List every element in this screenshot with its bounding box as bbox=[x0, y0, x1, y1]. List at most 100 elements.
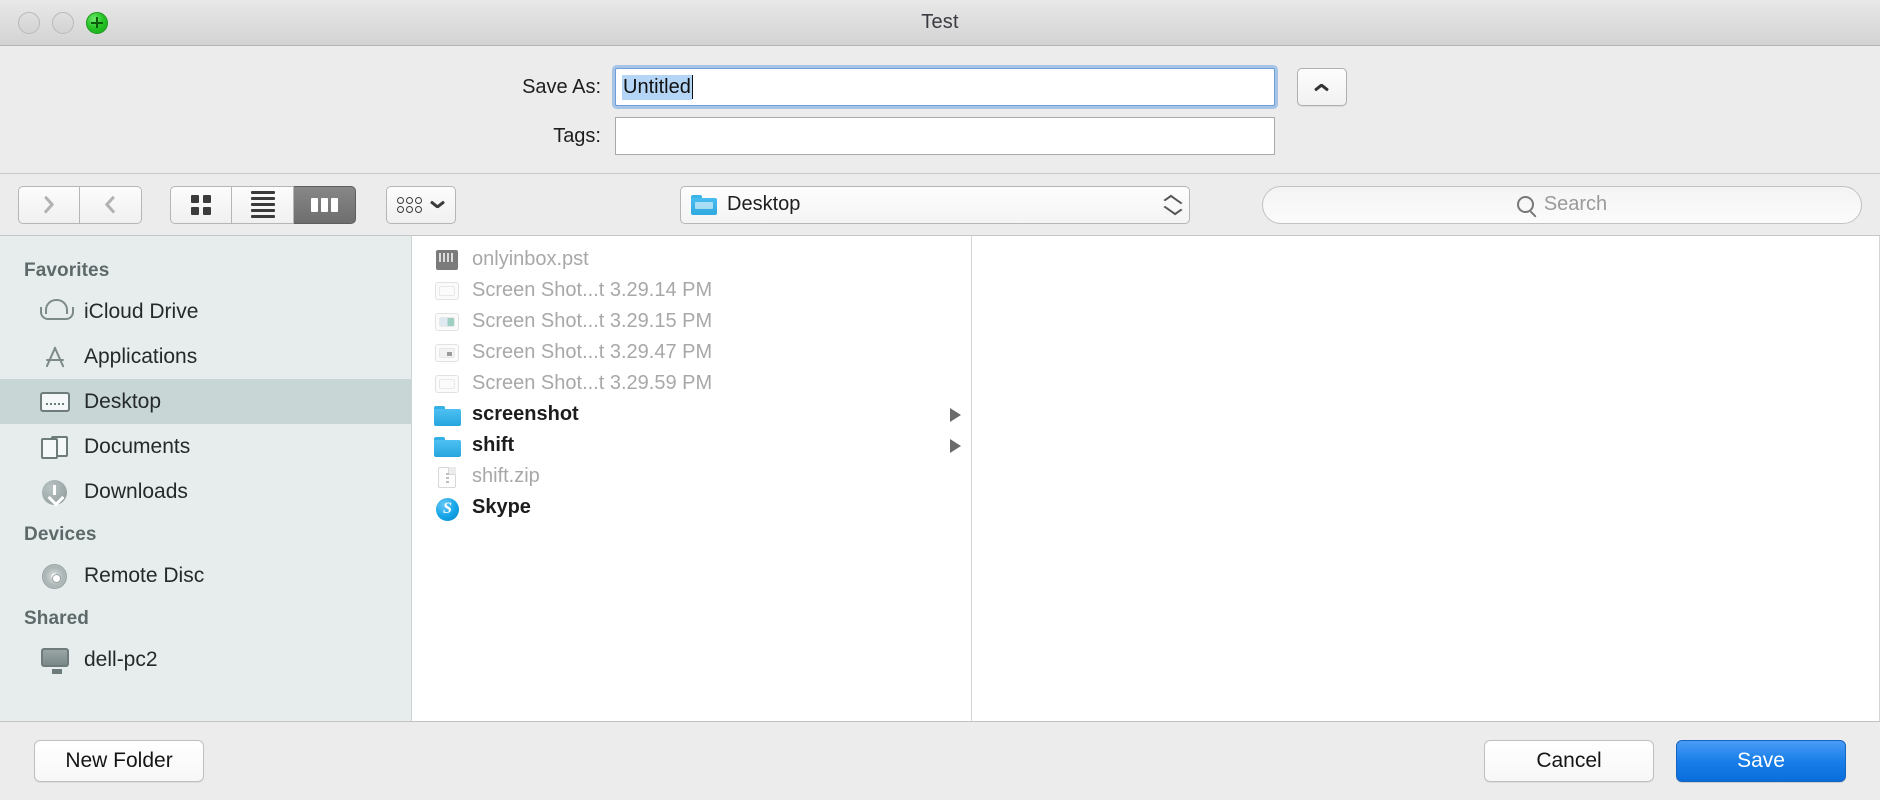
sidebar-item-label: Downloads bbox=[84, 479, 188, 503]
chevron-up-icon bbox=[1315, 83, 1329, 91]
list-item[interactable]: shift bbox=[412, 430, 971, 461]
screenshot-thumb-icon bbox=[434, 311, 460, 333]
tags-input[interactable] bbox=[615, 117, 1275, 155]
sidebar-item-label: Documents bbox=[84, 434, 191, 458]
sidebar-item-downloads[interactable]: Downloads bbox=[0, 469, 411, 514]
sidebar-item-icloud-drive[interactable]: iCloud Drive bbox=[0, 289, 411, 334]
file-name: Skype bbox=[472, 496, 531, 518]
column-view-button[interactable] bbox=[294, 185, 356, 224]
search-icon bbox=[1516, 196, 1534, 213]
forward-button[interactable] bbox=[80, 185, 142, 224]
file-name: Screen Shot...t 3.29.47 PM bbox=[472, 341, 713, 363]
close-button[interactable] bbox=[18, 11, 40, 34]
list-item[interactable]: Screen Shot...t 3.29.59 PM bbox=[412, 368, 971, 399]
dialog-footer: New Folder Cancel Save bbox=[0, 722, 1880, 800]
desktop-icon bbox=[40, 389, 70, 415]
tags-label: Tags: bbox=[553, 124, 601, 147]
current-folder-label: Desktop bbox=[727, 193, 801, 215]
chevron-down-icon bbox=[430, 200, 445, 209]
grid-icon bbox=[191, 194, 211, 215]
sidebar-item-label: iCloud Drive bbox=[84, 299, 199, 323]
zoom-button[interactable] bbox=[86, 11, 108, 34]
disclosure-arrow-icon[interactable] bbox=[950, 438, 961, 453]
list-item[interactable]: Screen Shot...t 3.29.15 PM bbox=[412, 306, 971, 337]
navigation-buttons bbox=[18, 185, 142, 224]
collapse-dialog-button[interactable] bbox=[1297, 68, 1347, 106]
sidebar-item-desktop[interactable]: Desktop bbox=[0, 379, 411, 424]
save-form: Save As: Untitled Tags: bbox=[0, 46, 1880, 174]
save-as-row: Save As: Untitled bbox=[0, 68, 1880, 106]
list-view-button[interactable] bbox=[232, 185, 294, 224]
list-item[interactable]: shift.zip bbox=[412, 461, 971, 492]
arrange-dots-icon bbox=[397, 196, 422, 213]
view-mode-segmented-control bbox=[170, 185, 356, 224]
sidebar-item-label: dell-pc2 bbox=[84, 647, 158, 671]
downloads-icon bbox=[40, 479, 70, 505]
file-column-2[interactable] bbox=[972, 236, 1880, 721]
documents-icon bbox=[40, 434, 70, 460]
sidebar-item-label: Applications bbox=[84, 344, 198, 368]
sidebar-item-documents[interactable]: Documents bbox=[0, 424, 411, 469]
computer-icon bbox=[40, 647, 70, 674]
current-folder-popup[interactable]: Desktop bbox=[680, 185, 1190, 224]
icon-view-button[interactable] bbox=[170, 185, 232, 224]
file-name: shift.zip bbox=[472, 465, 540, 487]
list-icon bbox=[250, 191, 275, 218]
window-title: Test bbox=[921, 11, 959, 33]
text-caret bbox=[691, 75, 693, 99]
sidebar-heading-favorites: Favorites bbox=[24, 260, 110, 281]
cloud-icon bbox=[40, 298, 74, 325]
list-item[interactable]: Screen Shot...t 3.29.47 PM bbox=[412, 337, 971, 368]
browser-body: Favorites iCloud Drive Applications Desk… bbox=[0, 236, 1880, 722]
list-item[interactable]: screenshot bbox=[412, 399, 971, 430]
list-item[interactable]: Screen Shot...t 3.29.14 PM bbox=[412, 275, 971, 306]
list-item[interactable]: Skype bbox=[412, 492, 971, 523]
sidebar-heading-shared: Shared bbox=[24, 608, 90, 629]
save-button[interactable]: Save bbox=[1676, 740, 1846, 782]
file-name: onlyinbox.pst bbox=[472, 248, 589, 270]
save-as-input[interactable]: Untitled bbox=[615, 68, 1275, 106]
arrange-by-button[interactable] bbox=[386, 185, 456, 224]
search-placeholder: Search bbox=[1543, 193, 1608, 215]
screenshot-thumb-icon bbox=[434, 373, 460, 395]
columns-icon bbox=[311, 197, 338, 212]
disclosure-arrow-icon[interactable] bbox=[950, 407, 961, 422]
list-item[interactable]: onlyinbox.pst bbox=[412, 244, 971, 275]
save-dialog-window: Test Save As: Untitled Tags: Desktop Sea… bbox=[0, 0, 1880, 800]
file-name: screenshot bbox=[472, 403, 579, 425]
file-name: Screen Shot...t 3.29.15 PM bbox=[472, 310, 713, 332]
sidebar-item-applications[interactable]: Applications bbox=[0, 334, 411, 379]
back-button[interactable] bbox=[18, 185, 80, 224]
tags-row: Tags: bbox=[0, 117, 1880, 155]
minimize-button[interactable] bbox=[52, 11, 74, 34]
sidebar-item-remote-disc[interactable]: Remote Disc bbox=[0, 553, 411, 598]
footer-action-buttons: Cancel Save bbox=[1484, 740, 1846, 782]
sidebar-heading-devices: Devices bbox=[24, 524, 97, 545]
disc-icon bbox=[40, 563, 70, 589]
screenshot-thumb-icon bbox=[434, 342, 460, 364]
search-input[interactable]: Search bbox=[1262, 185, 1862, 224]
title-bar: Test bbox=[0, 0, 1880, 46]
screenshot-thumb-icon bbox=[434, 280, 460, 302]
sidebar-item-dell-pc2[interactable]: dell-pc2 bbox=[0, 637, 411, 682]
sidebar-item-label: Desktop bbox=[84, 389, 162, 413]
blue-folder-icon bbox=[434, 404, 461, 426]
new-folder-button[interactable]: New Folder bbox=[34, 740, 204, 782]
skype-app-icon bbox=[434, 497, 460, 521]
blue-folder-icon bbox=[434, 435, 461, 457]
column-browser: onlyinbox.pst Screen Shot...t 3.29.14 PM… bbox=[412, 236, 1880, 721]
traffic-lights bbox=[0, 11, 108, 34]
file-name: Screen Shot...t 3.29.14 PM bbox=[472, 279, 713, 301]
sidebar: Favorites iCloud Drive Applications Desk… bbox=[0, 236, 412, 721]
cancel-button[interactable]: Cancel bbox=[1484, 740, 1654, 782]
chevron-right-icon bbox=[104, 195, 117, 215]
pst-file-icon bbox=[434, 249, 460, 271]
applications-icon bbox=[40, 344, 70, 370]
save-as-value: Untitled bbox=[622, 74, 692, 100]
save-as-label: Save As: bbox=[522, 75, 601, 98]
file-column-1: onlyinbox.pst Screen Shot...t 3.29.14 PM… bbox=[412, 236, 972, 721]
blue-folder-icon bbox=[691, 194, 717, 215]
browser-toolbar: Desktop Search bbox=[0, 174, 1880, 236]
chevron-left-icon bbox=[43, 195, 56, 215]
file-name: Screen Shot...t 3.29.59 PM bbox=[472, 372, 713, 394]
